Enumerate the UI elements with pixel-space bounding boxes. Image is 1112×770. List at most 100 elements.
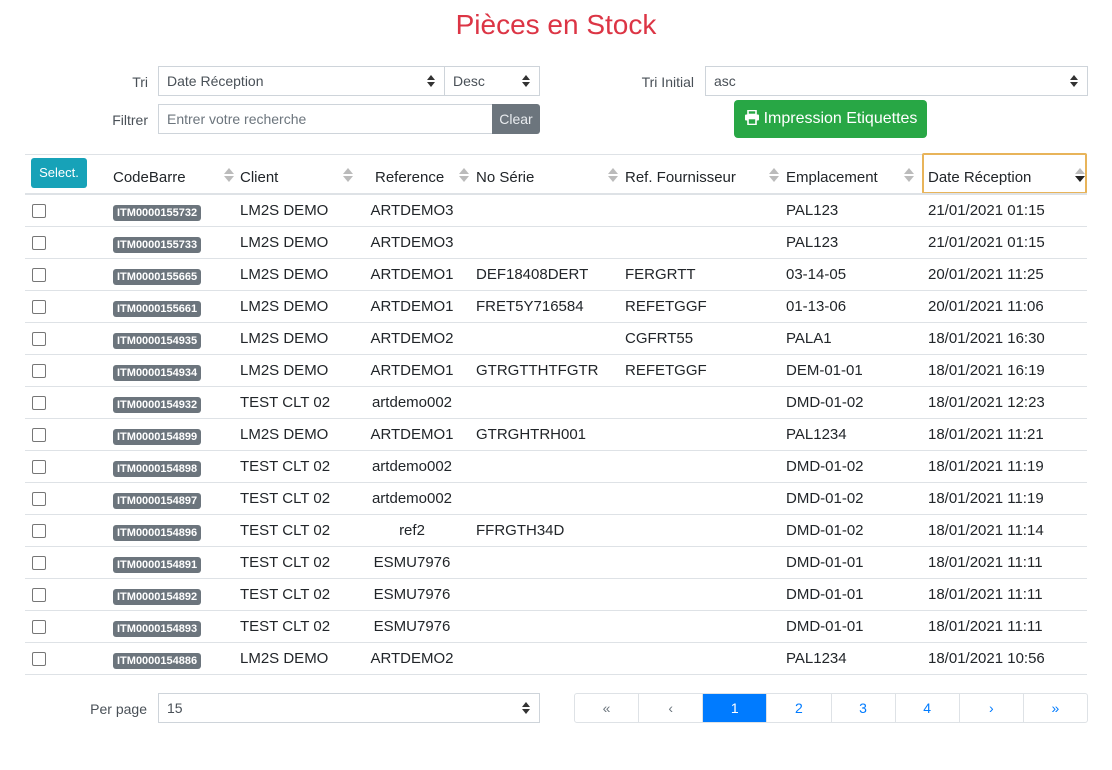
barcode-badge: ITM0000154892 — [113, 589, 202, 605]
row-checkbox[interactable] — [32, 428, 46, 442]
cell-ref: ESMU7976 — [373, 554, 451, 571]
table-row[interactable]: ITM0000155661 LM2S DEMO ARTDEMO1 FRET5Y7165… — [25, 291, 1087, 323]
row-checkbox[interactable] — [32, 268, 46, 282]
sort-codebarre-icon[interactable] — [224, 167, 234, 185]
header-ref-fournisseur[interactable]: Ref. Fournisseur — [625, 166, 736, 190]
cell-date: 18/01/2021 11:11 — [928, 618, 1043, 635]
header-reference[interactable]: Reference — [375, 166, 444, 190]
cell-client: LM2S DEMO — [240, 362, 329, 379]
row-checkbox[interactable] — [32, 556, 46, 570]
cell-emplacement: DMD-01-02 — [786, 522, 864, 539]
tri-initial-select-value: asc — [714, 73, 736, 89]
page-3-button[interactable]: 3 — [832, 694, 896, 722]
sort-ref-fournisseur-icon[interactable] — [769, 167, 779, 185]
tri-initial-label: Tri Initial — [641, 74, 694, 90]
cell-emplacement: DMD-01-01 — [786, 618, 864, 635]
barcode-badge: ITM0000154897 — [113, 493, 202, 509]
header-client[interactable]: Client — [240, 166, 278, 190]
barcode-badge: ITM0000154934 — [113, 365, 202, 381]
row-checkbox[interactable] — [32, 236, 46, 250]
cell-ref: ARTDEMO1 — [370, 426, 454, 443]
cell-ref: ARTDEMO3 — [370, 202, 454, 219]
clear-button[interactable]: Clear — [492, 104, 540, 134]
row-checkbox[interactable] — [32, 300, 46, 314]
print-labels-button[interactable]: Impression Etiquettes — [734, 100, 927, 138]
select-all-button[interactable]: Select. — [31, 158, 87, 188]
table-row[interactable]: ITM0000155733 LM2S DEMO ARTDEMO3 PAL123 21/0… — [25, 227, 1087, 259]
table-row[interactable]: ITM0000154896 TEST CLT 02 ref2 FFRGTH34D DMD… — [25, 515, 1087, 547]
header-no-serie[interactable]: No Série — [476, 166, 534, 190]
table-row[interactable]: ITM0000154898 TEST CLT 02 artdemo002 DMD-01… — [25, 451, 1087, 483]
order-select-value: Desc — [453, 73, 485, 89]
page-2-button[interactable]: 2 — [767, 694, 832, 722]
table-row[interactable]: ITM0000154899 LM2S DEMO ARTDEMO1 GTRGHTRH00… — [25, 419, 1087, 451]
cell-client: TEST CLT 02 — [240, 554, 331, 571]
per-page-value: 15 — [167, 700, 183, 716]
tri-select[interactable]: Date Réception — [158, 66, 445, 96]
table-row[interactable]: ITM0000154897 TEST CLT 02 artdemo002 DMD-01… — [25, 483, 1087, 515]
table-row[interactable]: ITM0000154892 TEST CLT 02 ESMU7976 DMD-01-0… — [25, 579, 1087, 611]
table-row[interactable]: ITM0000154891 TEST CLT 02 ESMU7976 DMD-01-0… — [25, 547, 1087, 579]
row-checkbox[interactable] — [32, 396, 46, 410]
search-input[interactable]: Entrer votre recherche — [158, 104, 493, 134]
cell-client: LM2S DEMO — [240, 426, 329, 443]
cell-client: LM2S DEMO — [240, 650, 329, 667]
cell-ref: ARTDEMO1 — [370, 362, 454, 379]
cell-client: TEST CLT 02 — [240, 586, 331, 603]
barcode-badge: ITM0000154898 — [113, 461, 202, 477]
page-1-button[interactable]: 1 — [703, 694, 768, 722]
page-next-button[interactable]: › — [960, 694, 1024, 722]
cell-date: 18/01/2021 11:21 — [928, 426, 1044, 443]
table-row[interactable]: ITM0000155732 LM2S DEMO ARTDEMO3 PAL123 21/0… — [25, 195, 1087, 227]
row-checkbox[interactable] — [32, 204, 46, 218]
row-checkbox[interactable] — [32, 524, 46, 538]
cell-client: TEST CLT 02 — [240, 618, 331, 635]
cell-fournisseur: REFETGGF — [625, 298, 707, 315]
row-checkbox[interactable] — [32, 364, 46, 378]
row-checkbox[interactable] — [32, 332, 46, 346]
table-row[interactable]: ITM0000154935 LM2S DEMO ARTDEMO2 CGFRT55 PAL… — [25, 323, 1087, 355]
sort-date-reception-icon[interactable] — [1075, 167, 1085, 185]
cell-date: 20/01/2021 11:25 — [928, 266, 1044, 283]
table-row[interactable]: ITM0000154934 LM2S DEMO ARTDEMO1 GTRGTTHTFG… — [25, 355, 1087, 387]
barcode-badge: ITM0000154891 — [113, 557, 202, 573]
sort-reference-icon[interactable] — [459, 167, 469, 185]
cell-emplacement: DMD-01-01 — [786, 554, 864, 571]
order-select[interactable]: Desc — [444, 66, 540, 96]
tri-initial-select[interactable]: asc — [705, 66, 1088, 96]
cell-emplacement: PAL123 — [786, 234, 839, 251]
cell-emplacement: PAL1234 — [786, 426, 847, 443]
header-date-reception[interactable]: Date Réception — [928, 166, 1031, 190]
per-page-select[interactable]: 15 — [158, 693, 540, 723]
barcode-badge: ITM0000154932 — [113, 397, 202, 413]
cell-date: 18/01/2021 12:23 — [928, 394, 1045, 411]
page-first-button[interactable]: « — [575, 694, 640, 722]
cell-ref: ARTDEMO2 — [370, 650, 454, 667]
sort-no-serie-icon[interactable] — [608, 167, 618, 185]
page-prev-button[interactable]: ‹ — [639, 694, 704, 722]
cell-ref: ARTDEMO1 — [370, 266, 454, 283]
page-last-button[interactable]: » — [1024, 694, 1087, 722]
header-emplacement[interactable]: Emplacement — [786, 166, 878, 190]
table-row[interactable]: ITM0000154893 TEST CLT 02 ESMU7976 DMD-01-0… — [25, 611, 1087, 643]
table-row[interactable]: ITM0000155665 LM2S DEMO ARTDEMO1 DEF18408DE… — [25, 259, 1087, 291]
cell-date: 18/01/2021 16:19 — [928, 362, 1045, 379]
cell-emplacement: 03-14-05 — [786, 266, 847, 283]
row-checkbox[interactable] — [32, 492, 46, 506]
sort-client-icon[interactable] — [343, 167, 353, 185]
cell-client: TEST CLT 02 — [240, 458, 331, 475]
sort-emplacement-icon[interactable] — [904, 167, 914, 185]
row-checkbox[interactable] — [32, 588, 46, 602]
cell-ref: ARTDEMO2 — [370, 330, 454, 347]
table-row[interactable]: ITM0000154886 LM2S DEMO ARTDEMO2 PAL1234 18/… — [25, 643, 1087, 675]
row-checkbox[interactable] — [32, 460, 46, 474]
row-checkbox[interactable] — [32, 652, 46, 666]
cell-client: LM2S DEMO — [240, 234, 329, 251]
barcode-badge: ITM0000155733 — [113, 237, 202, 253]
header-codebarre[interactable]: CodeBarre — [113, 166, 186, 190]
cell-fournisseur: CGFRT55 — [625, 330, 694, 347]
pagination: « ‹ 1 2 3 4 › » — [574, 693, 1088, 723]
table-row[interactable]: ITM0000154932 TEST CLT 02 artdemo002 DMD-01… — [25, 387, 1087, 419]
row-checkbox[interactable] — [32, 620, 46, 634]
page-4-button[interactable]: 4 — [896, 694, 960, 722]
